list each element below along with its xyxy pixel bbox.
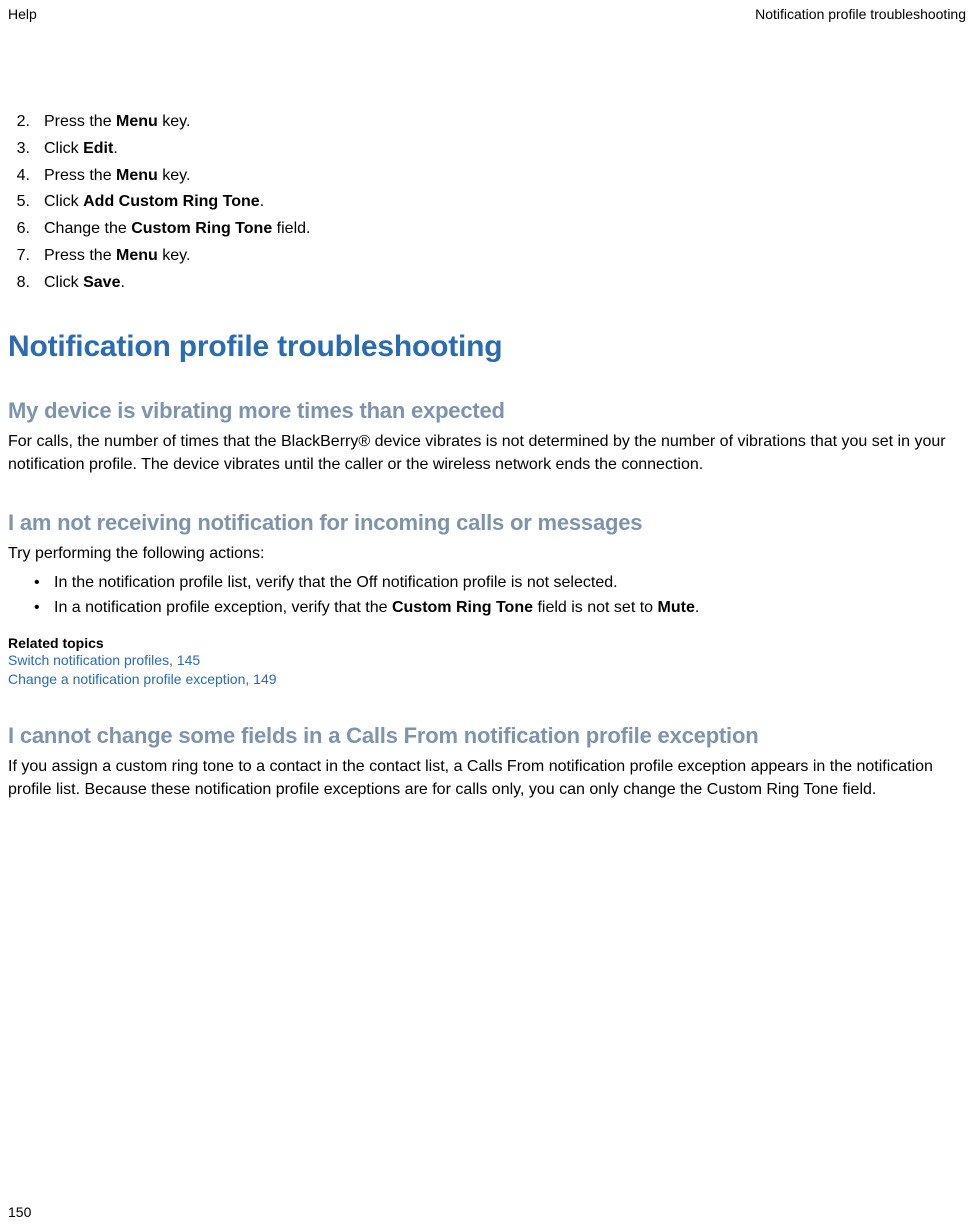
step-pre: Click [44,140,83,157]
header-left: Help [8,6,37,28]
step-text: Click Edit. [34,137,118,162]
bullet-icon: • [34,571,48,596]
step-bold: Custom Ring Tone [131,220,272,237]
step-item: 5. Click Add Custom Ring Tone. [8,190,966,215]
paragraph: For calls, the number of times that the … [8,430,966,476]
bullet-list: • In the notification profile list, veri… [8,571,966,621]
step-pre: Click [44,274,83,291]
step-text: Press the Menu key. [34,110,190,135]
step-bold: Save [83,274,120,291]
step-post: key. [158,167,191,184]
step-pre: Press the [44,247,116,264]
step-item: 7. Press the Menu key. [8,244,966,269]
page-body: 2. Press the Menu key. 3. Click Edit. 4.… [8,110,966,801]
related-link[interactable]: Switch notification profiles, 145 [8,651,966,670]
step-pre: Press the [44,167,116,184]
bullet-bold: Custom Ring Tone [392,599,533,616]
step-item: 8. Click Save. [8,271,966,296]
step-text: Press the Menu key. [34,244,190,269]
bullet-post-2: . [695,599,699,616]
heading-not-receiving: I am not receiving notification for inco… [8,510,966,536]
related-topics-heading: Related topics [8,635,966,651]
step-pre: Change the [44,220,131,237]
step-bold: Add Custom Ring Tone [83,193,260,210]
step-post: key. [158,113,191,130]
step-number: 6. [8,217,34,242]
step-pre: Press the [44,113,116,130]
paragraph: If you assign a custom ring tone to a co… [8,755,966,801]
step-text: Click Save. [34,271,125,296]
step-number: 5. [8,190,34,215]
bullet-bold-2: Mute [658,599,695,616]
page-header: Help Notification profile troubleshootin… [0,6,974,28]
bullet-post: field is not set to [533,599,658,616]
heading-cannot-change: I cannot change some fields in a Calls F… [8,723,966,749]
list-item: • In a notification profile exception, v… [8,596,966,621]
bullet-pre: In a notification profile exception, ver… [54,599,392,616]
step-text: Change the Custom Ring Tone field. [34,217,310,242]
step-text: Click Add Custom Ring Tone. [34,190,264,215]
step-post: . [120,274,124,291]
bullet-pre: In the notification profile list, verify… [54,574,618,591]
step-bold: Menu [116,247,158,264]
step-bold: Edit [83,140,113,157]
step-post: field. [272,220,310,237]
step-bold: Menu [116,167,158,184]
step-number: 4. [8,164,34,189]
step-item: 3. Click Edit. [8,137,966,162]
heading-vibrating: My device is vibrating more times than e… [8,398,966,424]
step-number: 8. [8,271,34,296]
step-number: 3. [8,137,34,162]
list-text: In a notification profile exception, ver… [48,596,699,621]
step-post: key. [158,247,191,264]
step-post: . [260,193,264,210]
step-item: 4. Press the Menu key. [8,164,966,189]
paragraph: Try performing the following actions: [8,542,966,565]
page-number: 150 [8,1204,31,1220]
list-text: In the notification profile list, verify… [48,571,618,596]
list-item: • In the notification profile list, veri… [8,571,966,596]
step-list: 2. Press the Menu key. 3. Click Edit. 4.… [8,110,966,296]
step-text: Press the Menu key. [34,164,190,189]
heading-profile-troubleshooting: Notification profile troubleshooting [8,330,966,364]
step-pre: Click [44,193,83,210]
step-number: 7. [8,244,34,269]
related-link[interactable]: Change a notification profile exception,… [8,670,966,689]
step-number: 2. [8,110,34,135]
header-right: Notification profile troubleshooting [755,6,966,28]
step-post: . [113,140,117,157]
step-item: 2. Press the Menu key. [8,110,966,135]
step-item: 6. Change the Custom Ring Tone field. [8,217,966,242]
bullet-icon: • [34,596,48,621]
step-bold: Menu [116,113,158,130]
